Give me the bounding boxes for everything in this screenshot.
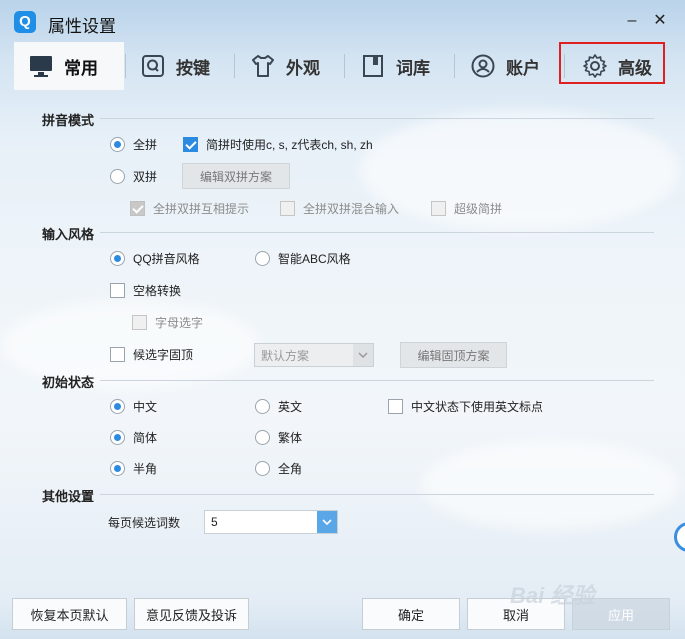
tab-label: 外观: [286, 58, 320, 78]
floating-circle-icon: [674, 522, 685, 552]
watermark-logo: Bai 经验: [510, 583, 595, 608]
tab-common[interactable]: 常用: [14, 42, 124, 90]
edit-fixed-scheme-button[interactable]: 编辑固顶方案: [400, 342, 507, 368]
tab-label: 常用: [64, 58, 98, 78]
option-label: 双拼: [133, 170, 158, 184]
radio-dot: [110, 461, 125, 476]
minimize-button[interactable]: –: [622, 10, 642, 32]
radio-english[interactable]: 英文: [255, 398, 302, 415]
monitor-icon: [30, 56, 52, 77]
option-label: 全拼: [133, 138, 158, 152]
radio-dot: [110, 251, 125, 266]
section-title-other: 其他设置: [42, 489, 95, 504]
option-label: 全角: [278, 462, 303, 476]
option-label: 候选字固顶: [133, 348, 194, 362]
checkbox-box: [110, 283, 125, 298]
radio-chinese[interactable]: 中文: [110, 398, 157, 415]
option-label: QQ拼音风格: [133, 252, 200, 266]
checkbox-hint[interactable]: 全拼双拼互相提示: [130, 200, 249, 217]
book-icon: [363, 55, 383, 77]
tab-appearance[interactable]: 外观: [236, 42, 344, 90]
per-page-select[interactable]: 5: [204, 510, 338, 534]
edit-double-pinyin-button[interactable]: 编辑双拼方案: [182, 163, 290, 189]
tab-keys[interactable]: 按键: [126, 42, 234, 90]
radio-dot: [110, 399, 125, 414]
annotation-highlight-box: [559, 42, 665, 84]
key-q-icon: [142, 55, 164, 77]
option-label: 繁体: [278, 431, 303, 445]
checkbox-jianpin[interactable]: 简拼时使用c, s, z代表ch, sh, zh: [183, 136, 373, 153]
shirt-icon: [252, 55, 274, 77]
radio-full-width[interactable]: 全角: [255, 460, 302, 477]
checkbox-box: [431, 201, 446, 216]
section-title-pinyin: 拼音模式: [42, 113, 95, 128]
option-label: 字母选字: [155, 316, 204, 330]
option-label: 智能ABC风格: [278, 252, 351, 266]
radio-dot: [110, 430, 125, 445]
title-bar: Q 属性设置 – ✕: [0, 0, 685, 44]
per-page-label: 每页候选词数: [108, 514, 180, 531]
tab-account[interactable]: 账户: [456, 42, 564, 90]
radio-double-pinyin[interactable]: 双拼: [110, 168, 157, 185]
checkbox-super-jianpin[interactable]: 超级简拼: [431, 200, 502, 217]
option-label: 简拼时使用c, s, z代表ch, sh, zh: [206, 138, 373, 152]
select-value: 5: [211, 515, 218, 529]
checkbox-mixed[interactable]: 全拼双拼混合输入: [280, 200, 399, 217]
checkbox-box: [280, 201, 295, 216]
option-label: 全拼双拼互相提示: [153, 202, 250, 216]
radio-dot: [255, 461, 270, 476]
option-label: 全拼双拼混合输入: [303, 202, 400, 216]
user-icon: [471, 54, 495, 78]
checkbox-letter-select[interactable]: 字母选字: [132, 314, 203, 331]
ok-button[interactable]: 确定: [362, 598, 460, 630]
option-label: 简体: [133, 431, 158, 445]
checkbox-box: [132, 315, 147, 330]
checkbox-box: [110, 347, 125, 362]
tab-lexicon[interactable]: 词库: [346, 42, 454, 90]
option-label: 中文状态下使用英文标点: [411, 400, 544, 414]
radio-traditional[interactable]: 繁体: [255, 429, 302, 446]
option-label: 超级简拼: [454, 202, 503, 216]
tab-label: 按键: [176, 58, 210, 78]
section-title-style: 输入风格: [42, 227, 95, 242]
checkbox-space-convert[interactable]: 空格转换: [110, 282, 181, 299]
fixed-scheme-select[interactable]: 默认方案: [254, 343, 374, 367]
radio-qq-style[interactable]: QQ拼音风格: [110, 250, 200, 267]
option-label: 每页候选词数: [108, 516, 181, 530]
radio-dot: [255, 430, 270, 445]
window-title: 属性设置: [48, 17, 116, 36]
app-logo-icon: Q: [14, 11, 36, 33]
select-value: 默认方案: [261, 348, 310, 363]
section-title-initial: 初始状态: [42, 375, 95, 390]
radio-full-pinyin[interactable]: 全拼: [110, 136, 157, 153]
restore-defaults-button[interactable]: 恢复本页默认: [12, 598, 127, 630]
chevron-down-icon: [353, 344, 373, 366]
close-button[interactable]: ✕: [650, 10, 670, 32]
checkbox-box: [388, 399, 403, 414]
option-label: 半角: [133, 462, 158, 476]
option-label: 英文: [278, 400, 303, 414]
tab-label: 账户: [506, 58, 540, 78]
radio-simplified[interactable]: 简体: [110, 429, 157, 446]
option-label: 空格转换: [133, 284, 182, 298]
checkbox-fixed-top[interactable]: 候选字固顶: [110, 346, 193, 363]
checkbox-english-punctuation[interactable]: 中文状态下使用英文标点: [388, 398, 543, 415]
feedback-button[interactable]: 意见反馈及投诉: [134, 598, 249, 630]
radio-dot: [110, 137, 125, 152]
radio-half-width[interactable]: 半角: [110, 460, 157, 477]
tab-label: 词库: [396, 58, 430, 78]
radio-dot: [255, 399, 270, 414]
option-label: 中文: [133, 400, 158, 414]
checkbox-box: [183, 137, 198, 152]
radio-dot: [255, 251, 270, 266]
radio-abc-style[interactable]: 智能ABC风格: [255, 250, 351, 267]
checkbox-box: [130, 201, 145, 216]
radio-dot: [110, 169, 125, 184]
chevron-down-icon: [317, 511, 337, 533]
